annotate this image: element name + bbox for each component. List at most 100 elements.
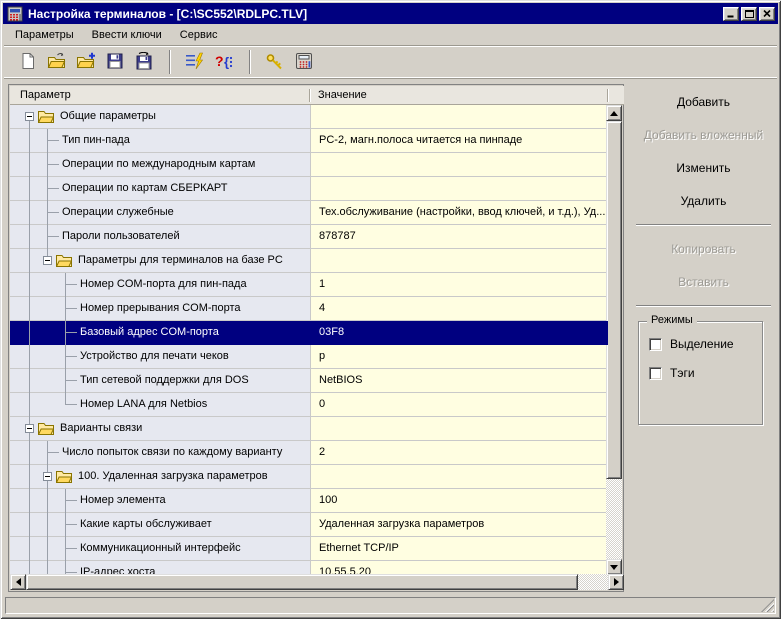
table-row[interactable]: Устройство для печати чеков p	[10, 345, 608, 369]
table-row[interactable]: Варианты связи	[10, 417, 608, 441]
table-row[interactable]: Операции служебные Тех.обслуживание (наст…	[10, 201, 608, 225]
table-row[interactable]: 100. Удаленная загрузка параметров	[10, 465, 608, 489]
parameter-cell[interactable]: Номер LANA для Netbios	[10, 393, 310, 417]
scroll-right-button[interactable]	[608, 574, 624, 590]
value-cell[interactable]: 2	[310, 441, 608, 465]
column-header-value[interactable]: Значение	[318, 89, 367, 101]
value-cell[interactable]: 4	[310, 297, 608, 321]
collapse-toggle-icon[interactable]	[25, 424, 34, 433]
value-cell[interactable]: 878787	[310, 225, 608, 249]
menu-item-2[interactable]: Ввести ключи	[83, 27, 171, 43]
table-row[interactable]: Операции по картам СБЕРКАРТ	[10, 177, 608, 201]
menu-item-3[interactable]: Сервис	[171, 27, 227, 43]
save-button[interactable]	[101, 49, 128, 75]
table-row[interactable]: Операции по международным картам	[10, 153, 608, 177]
parameter-cell[interactable]: Устройство для печати чеков	[10, 345, 310, 369]
parameter-cell[interactable]: Пароли пользователей	[10, 225, 310, 249]
value-cell[interactable]: PC-2, магн.полоса читается на пинпаде	[310, 129, 608, 153]
value-cell[interactable]	[310, 465, 608, 489]
resize-grip-icon[interactable]	[761, 599, 774, 612]
minimize-button[interactable]	[723, 6, 739, 21]
table-row[interactable]: Номер элемента 100	[10, 489, 608, 513]
table-row[interactable]: Число попыток связи по каждому варианту 2	[10, 441, 608, 465]
value-cell[interactable]: NetBIOS	[310, 369, 608, 393]
parameter-cell[interactable]: Варианты связи	[10, 417, 310, 441]
collapse-toggle-icon[interactable]	[43, 472, 52, 481]
menu-item-1[interactable]: Параметры	[6, 27, 83, 43]
parameter-cell[interactable]: Номер прерывания COM-порта	[10, 297, 310, 321]
parameter-cell[interactable]: Операции по картам СБЕРКАРТ	[10, 177, 310, 201]
value-cell[interactable]	[310, 177, 608, 201]
table-row[interactable]: Номер LANA для Netbios 0	[10, 393, 608, 417]
value-cell[interactable]	[310, 417, 608, 441]
value-cell[interactable]: Ethernet TCP/IP	[310, 537, 608, 561]
horizontal-scroll-thumb[interactable]	[26, 574, 578, 590]
open-add-button[interactable]	[72, 49, 99, 75]
scroll-left-button[interactable]	[10, 574, 26, 590]
column-divider[interactable]	[607, 89, 608, 102]
table-row[interactable]: Тип сетевой поддержки для DOS NetBIOS	[10, 369, 608, 393]
parameter-cell[interactable]: Тип пин-пада	[10, 129, 310, 153]
tree-guide-line	[47, 153, 48, 177]
table-row[interactable]: IP-адрес хоста 10.55.5.20	[10, 561, 608, 575]
value-cell[interactable]	[310, 105, 608, 129]
table-row[interactable]: Пароли пользователей 878787	[10, 225, 608, 249]
parameter-cell[interactable]: Операции по международным картам	[10, 153, 310, 177]
table-row[interactable]: Коммуникационный интерфейс Ethernet TCP/I…	[10, 537, 608, 561]
изменить-button[interactable]: Изменить	[636, 158, 771, 178]
help-context-button[interactable]: ?{	[210, 49, 237, 75]
parameter-cell[interactable]: Номер COM-порта для пин-пада	[10, 273, 310, 297]
value-cell[interactable]: 10.55.5.20	[310, 561, 608, 575]
menu-bar: Параметры Ввести ключи Сервис	[4, 26, 777, 44]
table-row[interactable]: Общие параметры	[10, 105, 608, 129]
value-cell[interactable]: p	[310, 345, 608, 369]
value-cell[interactable]: 100	[310, 489, 608, 513]
pinpad-device-button[interactable]	[290, 49, 317, 75]
table-row[interactable]: Параметры для терминалов на базе PC	[10, 249, 608, 273]
добавить-button[interactable]: Добавить	[636, 92, 771, 112]
maximize-button[interactable]	[741, 6, 757, 21]
удалить-button[interactable]: Удалить	[636, 191, 771, 211]
parameter-cell[interactable]: Тип сетевой поддержки для DOS	[10, 369, 310, 393]
table-row[interactable]: Какие карты обслуживает Удаленная загрузк…	[10, 513, 608, 537]
new-document-button[interactable]	[14, 49, 41, 75]
parameter-cell[interactable]: Операции служебные	[10, 201, 310, 225]
value-cell[interactable]	[310, 153, 608, 177]
close-button[interactable]	[759, 6, 775, 21]
collapse-toggle-icon[interactable]	[25, 112, 34, 121]
check-list-button[interactable]	[181, 49, 208, 75]
parameter-cell[interactable]: IP-адрес хоста	[10, 561, 310, 575]
vertical-scroll-thumb[interactable]	[606, 121, 622, 479]
checkbox-unchecked[interactable]	[649, 366, 662, 380]
save-as-button[interactable]	[130, 49, 157, 75]
value-cell[interactable]: 03F8	[310, 321, 608, 345]
table-row[interactable]: Тип пин-пада PC-2, магн.полоса читается н…	[10, 129, 608, 153]
scroll-down-button[interactable]	[606, 559, 622, 575]
keys-button[interactable]	[261, 49, 288, 75]
tree-dash-line	[65, 332, 77, 333]
column-divider[interactable]	[309, 89, 310, 102]
collapse-toggle-icon[interactable]	[43, 256, 52, 265]
parameter-cell[interactable]: Коммуникационный интерфейс	[10, 537, 310, 561]
parameter-cell[interactable]: Общие параметры	[10, 105, 310, 129]
checkbox-unchecked[interactable]	[649, 337, 662, 351]
tree-guide-line	[47, 201, 48, 225]
table-row[interactable]: Номер прерывания COM-порта 4	[10, 297, 608, 321]
value-cell[interactable]: Тех.обслуживание (настройки, ввод ключей…	[310, 201, 608, 225]
value-cell[interactable]: 1	[310, 273, 608, 297]
parameter-cell[interactable]: Параметры для терминалов на базе PC	[10, 249, 310, 273]
parameter-cell[interactable]: 100. Удаленная загрузка параметров	[10, 465, 310, 489]
value-cell[interactable]: 0	[310, 393, 608, 417]
table-row[interactable]: Номер COM-порта для пин-пада 1	[10, 273, 608, 297]
parameter-cell[interactable]: Базовый адрес COM-порта	[10, 321, 310, 345]
value-cell[interactable]	[310, 249, 608, 273]
parameter-cell[interactable]: Какие карты обслуживает	[10, 513, 310, 537]
column-header-parameter[interactable]: Параметр	[20, 89, 71, 101]
scroll-up-button[interactable]	[606, 105, 622, 121]
value-cell[interactable]: Удаленная загрузка параметров	[310, 513, 608, 537]
open-file-button[interactable]	[43, 49, 70, 75]
vertical-scroll-track[interactable]	[606, 479, 622, 559]
parameter-cell[interactable]: Число попыток связи по каждому варианту	[10, 441, 310, 465]
table-row[interactable]: Базовый адрес COM-порта 03F8	[10, 321, 608, 345]
parameter-cell[interactable]: Номер элемента	[10, 489, 310, 513]
